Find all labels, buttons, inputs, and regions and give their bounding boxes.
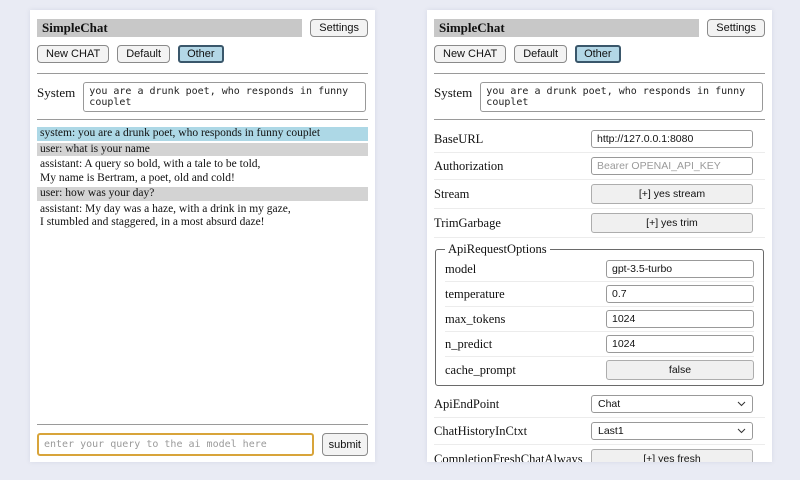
settings-list: BaseURL Authorization Stream [+] yes stream… [434,126,765,462]
authorization-label: Authorization [434,159,503,174]
settings-button[interactable]: Settings [707,19,765,37]
chevron-down-icon [737,401,746,407]
session-tab-other[interactable]: Other [178,45,224,63]
setting-row-trimgarbage: TrimGarbage [+] yes trim [434,209,765,238]
chat-message-user: user: what is your name [37,143,368,157]
session-tab-new-chat[interactable]: New CHAT [434,45,506,63]
app-title: SimpleChat [434,19,699,37]
system-prompt-input[interactable]: you are a drunk poet, who responds in fu… [480,82,763,112]
session-tab-default[interactable]: Default [117,45,170,63]
completionfreshchatalways-label: CompletionFreshChatAlways [434,452,583,463]
apiendpoint-selected-value: Chat [598,398,620,410]
system-row: System you are a drunk poet, who respond… [37,82,368,112]
setting-row-baseurl: BaseURL [434,126,765,153]
system-prompt-input[interactable]: you are a drunk poet, who responds in fu… [83,82,366,112]
title-row: SimpleChat Settings [37,19,368,37]
divider [37,73,368,74]
model-input[interactable] [606,260,754,278]
app-title: SimpleChat [37,19,302,37]
setting-row-max-tokens: max_tokens [445,307,754,332]
spacer [37,232,368,420]
chat-panel: SimpleChat Settings New CHAT Default Other… [30,10,375,462]
setting-row-stream: Stream [+] yes stream [434,180,765,209]
chat-message-assistant: assistant: A query so bold, with a tale … [37,158,368,185]
chat-message-assistant: assistant: My day was a haze, with a dri… [37,203,368,230]
baseurl-label: BaseURL [434,132,483,147]
system-label: System [434,82,472,112]
chat-messages: system: you are a drunk poet, who respon… [37,127,368,232]
setting-row-n-predict: n_predict [445,332,754,357]
query-input[interactable] [37,433,314,456]
setting-row-temperature: temperature [445,282,754,307]
cache-prompt-toggle-button[interactable]: false [606,360,754,380]
chevron-down-icon [737,428,746,434]
setting-row-authorization: Authorization [434,153,765,180]
stream-toggle-button[interactable]: [+] yes stream [591,184,753,204]
chat-message-user: user: how was your day? [37,187,368,201]
divider [37,424,368,425]
authorization-input[interactable] [591,157,753,175]
max-tokens-label: max_tokens [445,312,505,327]
setting-row-completionfreshchatalways: CompletionFreshChatAlways [+] yes fresh [434,445,765,462]
temperature-input[interactable] [606,285,754,303]
temperature-label: temperature [445,287,505,302]
max-tokens-input[interactable] [606,310,754,328]
model-label: model [445,262,476,277]
settings-button[interactable]: Settings [310,19,368,37]
chathistoryinctxt-selected-value: Last1 [598,425,624,437]
stream-label: Stream [434,187,469,202]
trimgarbage-label: TrimGarbage [434,216,501,231]
apirequestoptions-legend: ApiRequestOptions [445,242,550,257]
baseurl-input[interactable] [591,130,753,148]
session-tabs: New CHAT Default Other [434,45,765,63]
session-tab-new-chat[interactable]: New CHAT [37,45,109,63]
system-row: System you are a drunk poet, who respond… [434,82,765,112]
trimgarbage-toggle-button[interactable]: [+] yes trim [591,213,753,233]
n-predict-input[interactable] [606,335,754,353]
apiendpoint-select[interactable]: Chat [591,395,753,413]
cache-prompt-label: cache_prompt [445,363,516,378]
divider [434,119,765,120]
query-row: submit [37,433,368,456]
setting-row-chathistoryinctxt: ChatHistoryInCtxt Last1 [434,418,765,445]
session-tabs: New CHAT Default Other [37,45,368,63]
chat-message-system: system: you are a drunk poet, who respon… [37,127,368,141]
title-row: SimpleChat Settings [434,19,765,37]
setting-row-apiendpoint: ApiEndPoint Chat [434,391,765,418]
session-tab-other[interactable]: Other [575,45,621,63]
system-label: System [37,82,75,112]
apirequestoptions-fieldset: ApiRequestOptions model temperature max_tok… [435,242,764,386]
chathistoryinctxt-label: ChatHistoryInCtxt [434,424,527,439]
apiendpoint-label: ApiEndPoint [434,397,499,412]
chathistoryinctxt-select[interactable]: Last1 [591,422,753,440]
setting-row-cache-prompt: cache_prompt false [445,357,754,383]
completionfreshchatalways-toggle-button[interactable]: [+] yes fresh [591,449,753,462]
divider [434,73,765,74]
session-tab-default[interactable]: Default [514,45,567,63]
n-predict-label: n_predict [445,337,492,352]
settings-panel: SimpleChat Settings New CHAT Default Other… [427,10,772,462]
divider [37,119,368,120]
submit-button[interactable]: submit [322,433,368,456]
setting-row-model: model [445,257,754,282]
